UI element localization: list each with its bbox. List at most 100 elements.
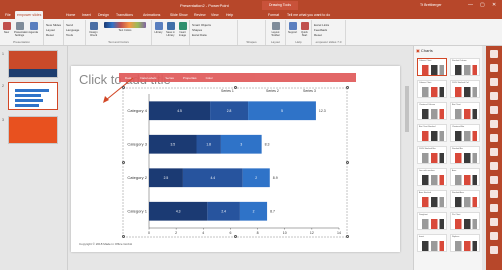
tab-slide-show[interactable]: Slide Show	[168, 11, 190, 19]
chart-template-card[interactable]: Area	[450, 168, 480, 186]
chart-template-card[interactable]: Area Stacked	[417, 190, 447, 208]
bar-segment	[196, 134, 221, 154]
minimize-button[interactable]: —	[468, 2, 473, 8]
slide-thumbnail-3[interactable]	[8, 116, 58, 144]
bar-chart[interactable]: Series 1 Series 2 Series 3 0 2 4 6 8 10 12 14 Cate…	[71, 66, 400, 252]
slide-canvas[interactable]: Click to add title Data Data Labels Seri…	[71, 66, 400, 252]
text-icon[interactable]	[490, 78, 498, 86]
settings-icon[interactable]	[490, 246, 498, 254]
tab-review[interactable]: Review	[192, 11, 207, 19]
resize-handle[interactable]	[346, 86, 349, 89]
user-name[interactable]: Tt Brettberger	[420, 3, 442, 7]
images-icon[interactable]	[490, 120, 498, 128]
bar-segment	[248, 101, 316, 121]
vertical-scrollbar[interactable]	[404, 46, 410, 266]
resize-handle[interactable]	[234, 86, 237, 89]
icons-icon[interactable]	[490, 134, 498, 142]
chart-template-card[interactable]: Insert	[417, 234, 447, 252]
chart-template-card[interactable]: Bar Chart	[450, 102, 480, 120]
chart-template-card[interactable]: Stacked Column	[450, 58, 480, 76]
quick-start-button[interactable]: Quick Start	[299, 22, 310, 37]
layout-button[interactable]: Layout	[46, 28, 55, 32]
chart-template-card[interactable]: Line with markers	[417, 168, 447, 186]
send-button[interactable]: Send	[66, 23, 73, 27]
chart-toolbar-color[interactable]: Color	[206, 76, 213, 80]
feedback-button[interactable]: Feedback	[314, 28, 327, 32]
presentation-settings-button[interactable]: Presentation Settings	[14, 22, 29, 37]
chart-template-card[interactable]: Stacked Area	[450, 190, 480, 208]
ribbon-tab-bar: File empower slides Home Insert Design T…	[0, 10, 502, 19]
new-slides-button[interactable]: New Slides	[46, 23, 61, 27]
new-button[interactable]: New	[1, 22, 12, 34]
resize-handle[interactable]	[122, 86, 125, 89]
chart-toolbar-data-labels[interactable]: Data Labels	[140, 76, 156, 80]
support-button[interactable]: Support	[287, 22, 298, 34]
design-check-button[interactable]: Design Check	[88, 22, 99, 37]
shapes-button[interactable]: Shapes	[192, 28, 202, 32]
table-icon[interactable]	[490, 92, 498, 100]
slide-thumbnail-pane[interactable]: 1 2 3	[0, 46, 68, 270]
reset-empower-button[interactable]: Reset	[314, 33, 322, 37]
slide-thumbnail-2[interactable]	[8, 82, 58, 110]
total-label: 8.7	[270, 209, 275, 213]
tab-view[interactable]: View	[209, 11, 221, 19]
calendar-icon[interactable]	[490, 218, 498, 226]
chart-icon[interactable]	[490, 232, 498, 240]
chart-toolbar-data[interactable]: Data	[125, 76, 131, 80]
smart-objects-button[interactable]: Smart Objects	[192, 23, 211, 27]
tab-animations[interactable]: Animations	[141, 11, 162, 19]
save-library-icon	[166, 22, 175, 30]
resize-handle[interactable]	[346, 161, 349, 164]
tab-transitions[interactable]: Transitions	[114, 11, 135, 19]
text-colors-palette[interactable]: Text Colors	[102, 22, 148, 32]
tab-empower-slides[interactable]: empower slides	[15, 11, 44, 19]
excel-links-button[interactable]: Excel Links	[314, 23, 329, 27]
chart-template-card[interactable]: Clustered Bar	[450, 124, 480, 142]
excel-data-button[interactable]: Excel Data	[192, 33, 207, 37]
resize-handle[interactable]	[122, 235, 125, 238]
chart-template-card[interactable]: Column Chart	[417, 58, 447, 76]
flag-icon[interactable]	[490, 162, 498, 170]
resize-handle[interactable]	[346, 235, 349, 238]
chart-template-card[interactable]: Replace	[450, 234, 480, 252]
tab-format[interactable]: Format	[266, 11, 281, 19]
chart-template-card[interactable]: 100% Stacked Col.	[450, 80, 480, 98]
chart-template-card[interactable]: Clustered Column	[417, 102, 447, 120]
chart-template-card[interactable]: Doughnut	[417, 212, 447, 230]
chart-template-card[interactable]: Bar Chart Stacked	[417, 124, 447, 142]
scrollbar-thumb[interactable]	[405, 86, 409, 132]
tab-design[interactable]: Design	[96, 11, 111, 19]
reset-button[interactable]: Reset	[46, 33, 54, 37]
save-in-library-button[interactable]: Save in Library	[165, 22, 176, 37]
maximize-button[interactable]: ▢	[480, 2, 485, 8]
chart-template-card[interactable]: 100% Stacked Bar	[417, 146, 447, 164]
close-button[interactable]: ✕	[492, 2, 496, 8]
chart-toolbar-series[interactable]: Series	[165, 76, 174, 80]
chart-template-card[interactable]: Pie Chart	[450, 212, 480, 230]
resize-handle[interactable]	[234, 235, 237, 238]
charts-icon[interactable]	[490, 50, 498, 58]
tab-home[interactable]: Home	[64, 11, 77, 19]
chart-template-card[interactable]: Column Chart	[417, 80, 447, 98]
insert-image-button[interactable]: Insert Image	[177, 22, 188, 37]
tab-insert[interactable]: Insert	[80, 11, 93, 19]
tab-help[interactable]: Help	[224, 11, 235, 19]
bar-segment	[149, 101, 211, 121]
agenda-icon[interactable]	[490, 148, 498, 156]
slide-thumbnail-1[interactable]	[8, 50, 58, 78]
tell-me-search[interactable]: Tell me what you want to do	[285, 11, 332, 19]
tools-button[interactable]: Tools	[66, 33, 73, 37]
language-button[interactable]: Language	[66, 28, 79, 32]
shapes-icon[interactable]	[490, 106, 498, 114]
chart-template-card[interactable]: Stacked Bar	[450, 146, 480, 164]
chart-toolbar-properties[interactable]: Properties	[183, 76, 197, 80]
library-button[interactable]: Library	[153, 22, 164, 34]
layout-toolbar-button[interactable]: Layout Toolbar	[270, 22, 281, 37]
agenda-button[interactable]: Agenda	[28, 22, 39, 34]
map-icon[interactable]	[490, 190, 498, 198]
tab-file[interactable]: File	[3, 11, 13, 19]
color-icon[interactable]	[490, 176, 498, 184]
people-icon[interactable]	[490, 204, 498, 212]
library-icon[interactable]	[490, 64, 498, 72]
resize-handle[interactable]	[122, 161, 125, 164]
